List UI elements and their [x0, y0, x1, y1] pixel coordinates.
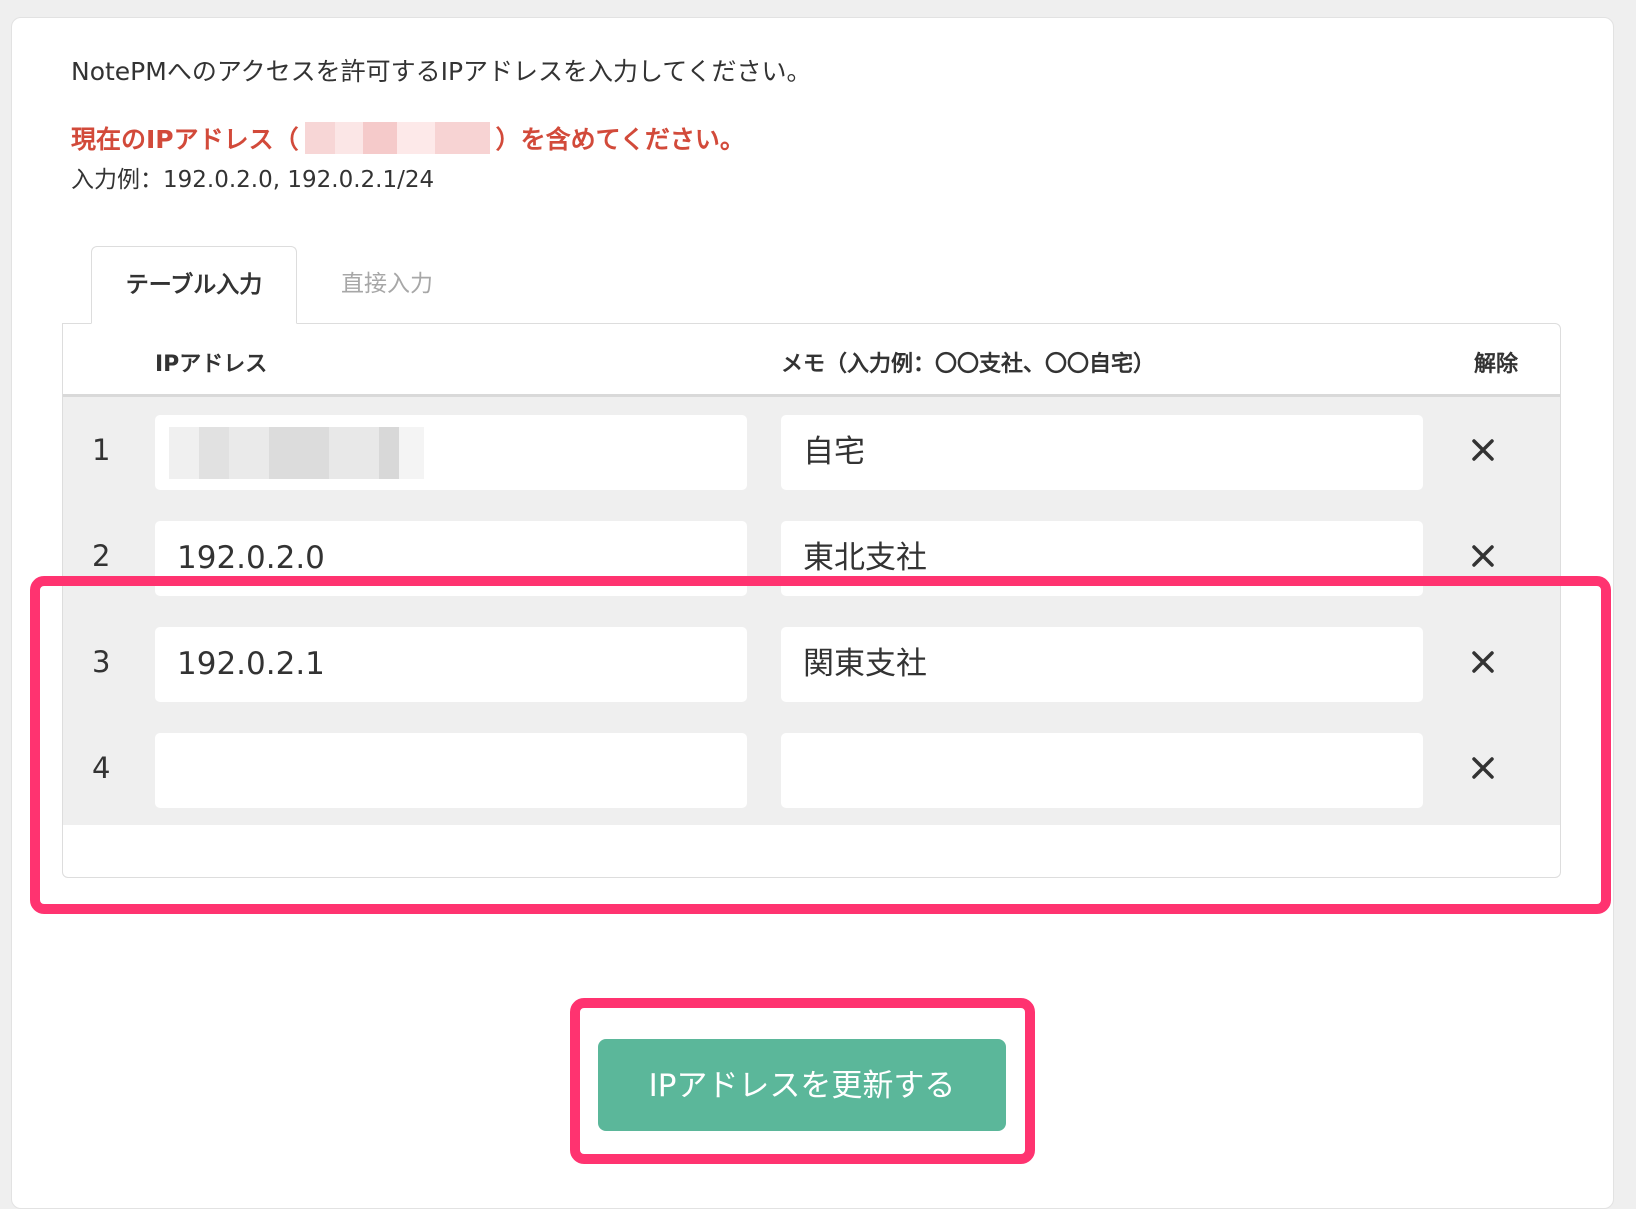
ip-address-input[interactable]: 192.0.2.0: [155, 521, 747, 596]
table-row: 4: [63, 715, 1560, 825]
tab-table-input[interactable]: テーブル入力: [91, 246, 297, 324]
header-ip-address: IPアドレス: [155, 352, 268, 377]
header-remove: 解除: [1474, 352, 1519, 377]
memo-input[interactable]: [781, 733, 1423, 808]
row-number: 4: [92, 751, 111, 785]
ip-address-input[interactable]: [155, 733, 747, 808]
close-icon[interactable]: [1468, 541, 1498, 571]
current-ip-prefix: 現在のIPアドレス（: [71, 125, 299, 154]
table-row: 1 自宅: [63, 397, 1560, 507]
row-number: 1: [92, 433, 111, 467]
ip-table: IPアドレス メモ（入力例：〇〇支社、〇〇自宅） 解除 1 自宅 2 192.0…: [62, 323, 1561, 878]
masked-ip-value: [169, 427, 424, 479]
current-ip-suffix: ）を含めてください。: [495, 125, 745, 154]
table-header: IPアドレス メモ（入力例：〇〇支社、〇〇自宅） 解除: [63, 324, 1560, 397]
input-example: 入力例：192.0.2.0, 192.0.2.1/24: [71, 167, 435, 193]
ip-address-input[interactable]: [155, 415, 747, 490]
memo-input[interactable]: 関東支社: [781, 627, 1423, 702]
table-row: 2 192.0.2.0 東北支社: [63, 503, 1560, 613]
current-ip-notice: 現在のIPアドレス（ ）を含めてください。: [71, 120, 745, 156]
input-mode-tabs: テーブル入力 直接入力: [62, 246, 562, 324]
memo-input[interactable]: 自宅: [781, 415, 1423, 490]
intro-text: NotePMへのアクセスを許可するIPアドレスを入力してください。: [71, 57, 812, 86]
table-row: 3 192.0.2.1 関東支社: [63, 609, 1560, 719]
header-memo: メモ（入力例：〇〇支社、〇〇自宅）: [781, 352, 1156, 377]
tab-direct-input[interactable]: 直接入力: [322, 246, 452, 324]
memo-input[interactable]: 東北支社: [781, 521, 1423, 596]
close-icon[interactable]: [1468, 435, 1498, 465]
row-number: 3: [92, 645, 111, 679]
close-icon[interactable]: [1468, 753, 1498, 783]
current-ip-masked: [304, 122, 490, 154]
close-icon[interactable]: [1468, 647, 1498, 677]
row-number: 2: [92, 539, 111, 573]
update-ip-button[interactable]: IPアドレスを更新する: [598, 1039, 1006, 1131]
ip-address-input[interactable]: 192.0.2.1: [155, 627, 747, 702]
